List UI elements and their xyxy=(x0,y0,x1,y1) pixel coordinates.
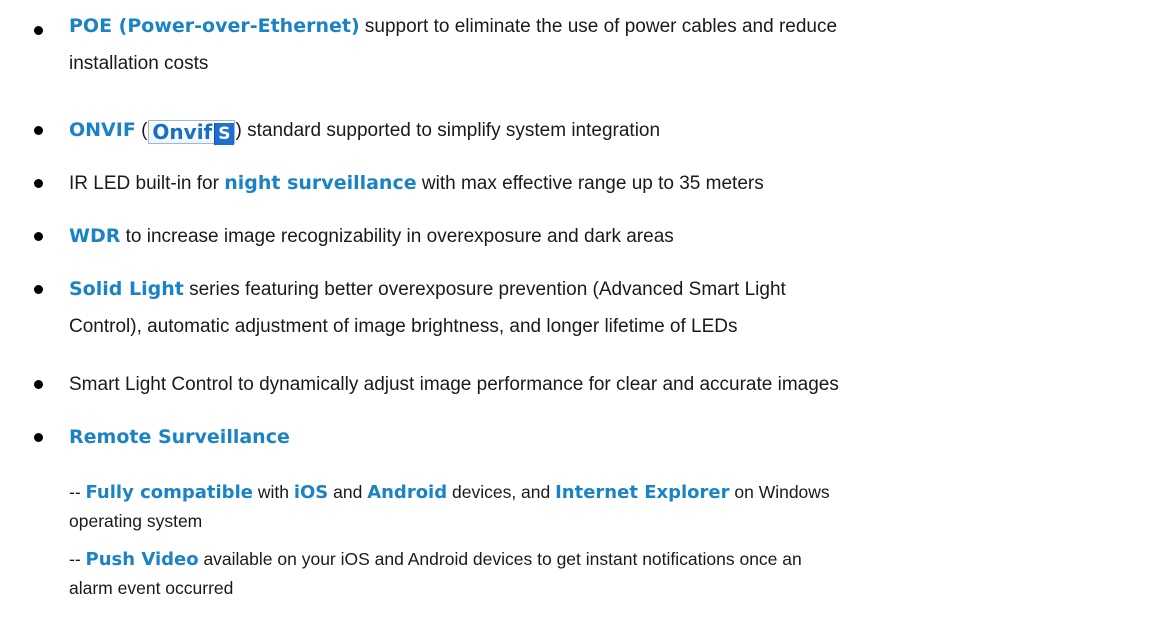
sub-text-continued: operating system xyxy=(69,511,203,531)
feature-highlight: Solid Light xyxy=(69,278,184,300)
feature-highlight: ONVIF xyxy=(69,119,136,141)
feature-highlight: WDR xyxy=(69,225,121,247)
feature-text: Remote Surveillance xyxy=(69,419,1139,456)
feature-prefix: IR LED built-in for xyxy=(69,173,225,194)
feature-highlight: Remote Surveillance xyxy=(69,426,290,448)
sub-text: devices, and xyxy=(447,482,556,502)
remote-subitem-push-video: -- Push Video available on your iOS and … xyxy=(69,545,1129,603)
sub-highlight-push-video: Push Video xyxy=(85,549,199,570)
sub-text: and xyxy=(328,482,368,502)
bullet-icon xyxy=(34,179,43,188)
bullet-icon xyxy=(34,126,43,135)
feature-description: series featuring better overexposure pre… xyxy=(183,279,786,300)
sub-highlight-ios: iOS xyxy=(293,482,329,503)
bullet-icon xyxy=(34,285,43,294)
sub-dash: -- xyxy=(69,549,86,569)
feature-text: WDR to increase image recognizability in… xyxy=(69,218,1139,255)
sub-text-continued: alarm event occurred xyxy=(69,578,234,598)
feature-text: IR LED built-in for night surveillance w… xyxy=(69,165,1139,202)
sub-highlight-internet-explorer: Internet Explorer xyxy=(555,482,730,503)
bullet-icon xyxy=(34,232,43,241)
sub-highlight-fully-compatible: Fully compatible xyxy=(85,482,253,503)
feature-text: Solid Light series featuring better over… xyxy=(69,271,1139,345)
feature-description: with max effective range up to 35 meters xyxy=(416,173,764,194)
open-paren: ( xyxy=(135,120,148,141)
feature-list: POE (Power-over-Ethernet) support to eli… xyxy=(0,0,1165,619)
feature-text: Smart Light Control to dynamically adjus… xyxy=(69,374,839,395)
feature-description: support to eliminate the use of power ca… xyxy=(359,16,838,37)
bullet-icon xyxy=(34,26,43,35)
bullet-icon xyxy=(34,433,43,442)
sub-dash: -- xyxy=(69,482,86,502)
feature-description-continued: Control), automatic adjustment of image … xyxy=(69,316,738,337)
feature-highlight: night surveillance xyxy=(224,172,417,194)
feature-highlight: POE (Power-over-Ethernet) xyxy=(69,15,360,37)
feature-description: ) standard supported to simplify system … xyxy=(235,120,661,141)
onvif-logo-word: Onvif xyxy=(152,120,213,144)
feature-text: ONVIF (Onvif S) standard supported to sim… xyxy=(69,112,1139,149)
remote-subitem-compatibility: -- Fully compatible with iOS and Android… xyxy=(69,478,1129,536)
onvif-logo-badge: S xyxy=(214,123,234,145)
sub-text: with xyxy=(252,482,294,502)
sub-text: on Windows xyxy=(729,482,830,502)
sub-highlight-android: Android xyxy=(367,482,448,503)
sub-text: available on your iOS and Android device… xyxy=(198,549,802,569)
onvif-logo-icon: Onvif S xyxy=(148,120,235,145)
bullet-icon xyxy=(34,380,43,389)
feature-description: to increase image recognizability in ove… xyxy=(120,226,674,247)
feature-description-continued: installation costs xyxy=(69,53,209,74)
feature-text: POE (Power-over-Ethernet) support to eli… xyxy=(69,8,1139,82)
